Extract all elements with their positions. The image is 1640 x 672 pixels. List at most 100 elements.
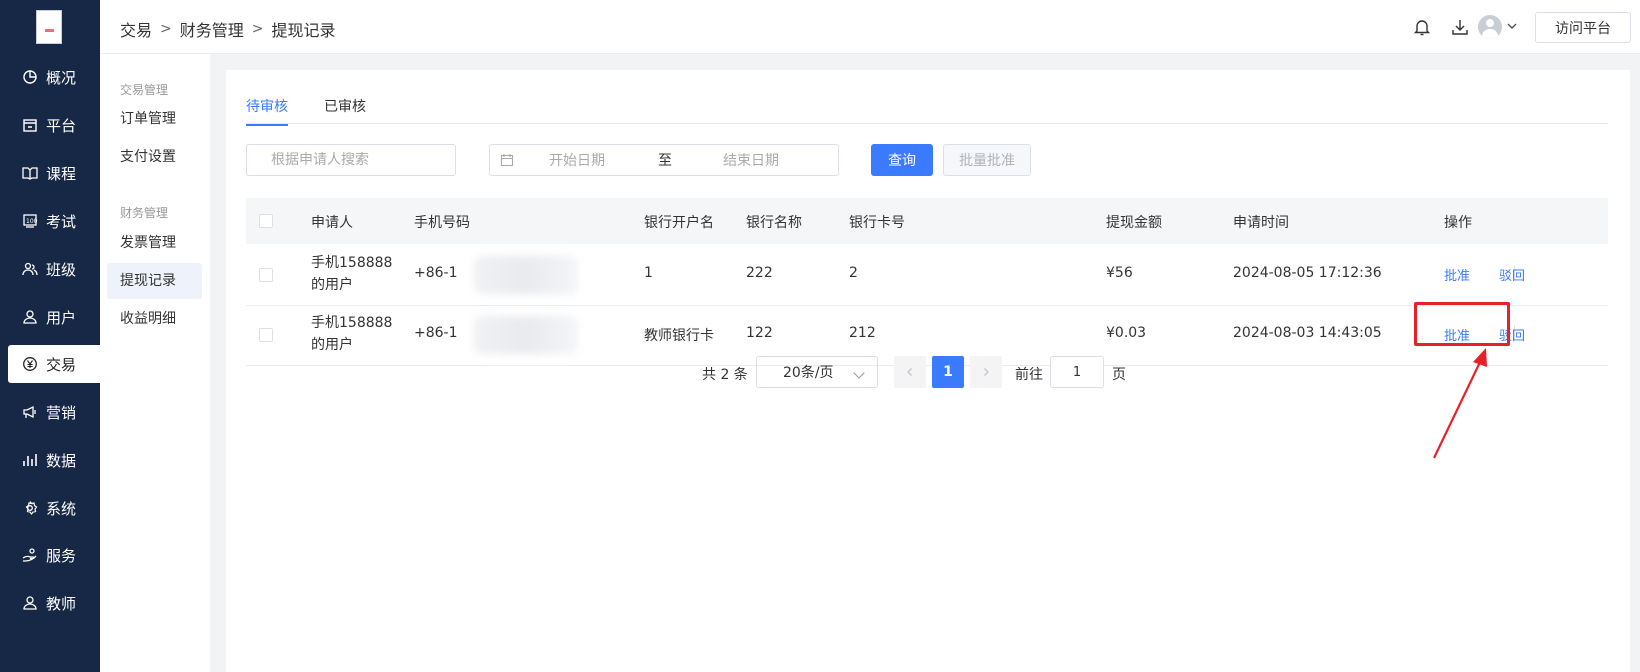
column-header: 申请时间 [1233,215,1289,231]
column-header: 操作 [1444,215,1472,231]
reject-link[interactable]: 驳回 [1499,265,1525,284]
applicant-line: 的用户 [311,337,353,353]
submenu-item-orders[interactable]: 订单管理 [107,101,202,137]
pagination-total: 共 2 条 [702,367,748,383]
breadcrumb-item[interactable]: 财务管理 [180,17,244,41]
chevron-left-icon [907,368,912,376]
chevron-down-icon[interactable] [1506,20,1518,32]
tab-pending[interactable]: 待审核 [246,96,288,126]
start-date-input[interactable]: 开始日期 [549,150,605,170]
annotation-highlight-box [1414,302,1510,346]
submenu-item-payment-settings[interactable]: 支付设置 [107,139,202,175]
yuan-icon [23,357,37,371]
table-row: 手机158888 的用户 +86-1 1 222 2 ¥56 2024-08-05… [246,244,1608,306]
nav-item-label: 系统 [46,499,77,518]
store-icon [23,119,37,132]
table-header: 申请人 手机号码 银行开户名 银行名称 银行卡号 提现金额 申请时间 操作 [246,198,1608,244]
batch-approve-button[interactable]: 批量批准 [943,144,1031,176]
range-separator: 至 [658,153,672,169]
nav-item-data[interactable]: 数据 [0,441,100,479]
main-nav-rail: 概况 平台 课程 100 考试 班级 用户 交易 营销 数据 系统 服务 教师 [0,0,100,672]
pie-chart-icon [23,70,37,84]
teacher-icon [23,596,37,610]
chevron-right-icon: > [251,21,264,37]
hand-service-icon [22,548,37,562]
date-range-picker[interactable]: 开始日期 至 结束日期 [489,144,839,176]
nav-item-label: 服务 [46,546,77,565]
row-checkbox[interactable] [259,328,273,342]
avatar[interactable] [1478,15,1502,39]
exam-icon: 100 [23,214,38,228]
user-icon [23,310,37,324]
app-logo [36,10,62,44]
book-icon [22,167,38,180]
nav-item-label: 班级 [46,260,77,279]
breadcrumb-item[interactable]: 交易 [120,17,152,41]
nav-item-label: 平台 [46,116,77,135]
nav-item-users[interactable]: 用户 [0,298,100,336]
amount-cell: ¥56 [1106,265,1133,281]
bell-icon[interactable] [1412,17,1432,37]
content-card: 待审核 已审核 开始日期 至 结束日期 查询 批量批准 申请人 手机号码 银行开… [226,70,1630,672]
download-icon[interactable] [1450,17,1470,37]
nav-item-label: 交易 [46,355,77,374]
nav-item-label: 营销 [46,403,77,422]
page-size-select[interactable]: 20条/页 [756,356,878,388]
nav-item-label: 概况 [46,68,77,87]
applicant-cell: 手机158888 的用户 [311,252,392,296]
column-header: 银行卡号 [849,215,905,231]
chevron-right-icon [984,368,989,376]
redacted-phone [474,256,578,294]
nav-item-label: 课程 [46,164,77,183]
nav-item-teachers[interactable]: 教师 [0,584,100,622]
amount-cell: ¥0.03 [1106,325,1147,341]
column-header: 银行名称 [746,215,802,231]
nav-item-service[interactable]: 服务 [0,536,100,574]
megaphone-icon [23,405,36,419]
calendar-icon [500,154,514,167]
next-page-button[interactable] [970,356,1002,388]
nav-item-platform[interactable]: 平台 [0,106,100,144]
column-header: 银行开户名 [644,215,714,231]
goto-page-input[interactable] [1050,356,1104,388]
nav-item-label: 考试 [46,212,77,231]
tab-bar: 待审核 已审核 [246,90,1608,126]
page-number-active[interactable]: 1 [932,356,964,388]
approve-link[interactable]: 批准 [1444,265,1470,284]
row-checkbox[interactable] [259,268,273,282]
search-input[interactable] [246,144,456,176]
breadcrumb: 交易 > 财务管理 > 提现记录 [120,17,336,41]
end-date-input[interactable]: 结束日期 [723,150,779,170]
account-name-cell: 教师银行卡 [644,328,714,344]
gear-icon [25,501,38,515]
account-name-cell: 1 [644,265,653,281]
tab-reviewed[interactable]: 已审核 [324,96,366,124]
column-header: 申请人 [311,215,353,231]
applicant-cell: 手机158888 的用户 [311,312,392,356]
top-header: 交易 > 财务管理 > 提现记录 访问平台 [100,0,1640,54]
prev-page-button[interactable] [894,356,926,388]
menu-group-title: 交易管理 [120,83,169,97]
select-all-checkbox[interactable] [259,214,273,228]
nav-item-courses[interactable]: 课程 [0,154,100,192]
group-icon [22,262,38,276]
submenu-item-withdrawals[interactable]: 提现记录 [107,263,202,299]
nav-item-overview[interactable]: 概况 [0,58,100,96]
visit-platform-button[interactable]: 访问平台 [1535,12,1631,43]
query-button[interactable]: 查询 [871,144,933,176]
nav-item-label: 教师 [46,594,77,613]
column-header: 手机号码 [414,215,470,231]
bar-chart-icon [23,454,37,466]
nav-item-marketing[interactable]: 营销 [0,393,100,431]
nav-item-classes[interactable]: 班级 [0,250,100,288]
submenu-item-invoices[interactable]: 发票管理 [107,225,202,261]
applicant-line: 的用户 [311,277,353,293]
time-cell: 2024-08-03 14:43:05 [1233,325,1382,341]
submenu-item-earnings[interactable]: 收益明细 [107,301,202,337]
nav-item-trade[interactable]: 交易 [8,345,100,383]
nav-item-exams[interactable]: 100 考试 [0,202,100,240]
nav-item-system[interactable]: 系统 [0,489,100,527]
nav-item-label: 数据 [46,451,77,470]
redacted-phone [474,316,578,354]
time-cell: 2024-08-05 17:12:36 [1233,265,1382,281]
